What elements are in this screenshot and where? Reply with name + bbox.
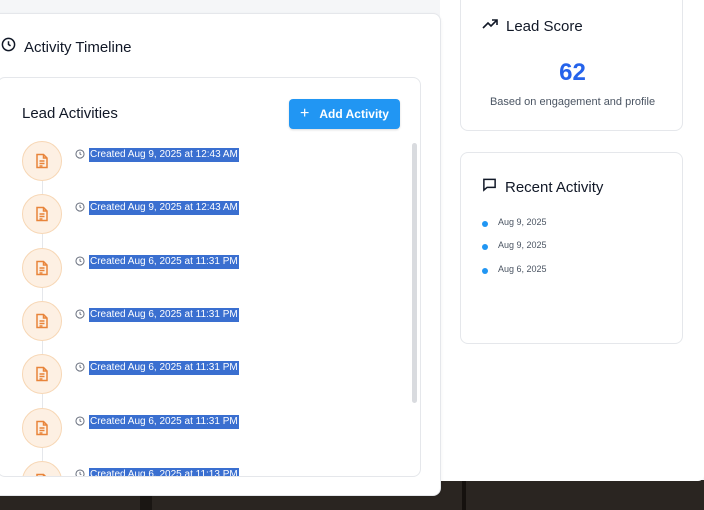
activity-timeline-card: Activity Timeline Lead Activities + Add … [0,13,441,496]
recent-activity-item: Aug 9, 2025 [482,217,547,227]
lead-activities-card: Lead Activities + Add Activity Created A… [0,77,421,477]
activity-item[interactable]: Created Aug 6, 2025 at 11:13 PM [22,461,402,476]
activity-meta: Created Aug 6, 2025 at 11:31 PM [75,255,239,269]
activity-meta: Created Aug 6, 2025 at 11:13 PM [75,466,239,476]
message-square-icon [482,177,497,197]
activity-item[interactable]: Created Aug 6, 2025 at 11:31 PM [22,248,402,301]
activity-timestamp: Created Aug 9, 2025 at 12:43 AM [89,201,239,215]
timeline-connector [42,341,43,354]
plus-icon: + [300,105,310,122]
lead-score-value: 62 [559,59,586,86]
clock-icon [75,306,85,324]
scrollbar[interactable] [412,143,417,403]
document-icon [22,354,62,394]
recent-activity-item: Aug 6, 2025 [482,264,547,274]
clock-icon [75,253,85,271]
activity-timestamp: Created Aug 6, 2025 at 11:31 PM [89,415,239,429]
add-activity-label: Add Activity [319,107,389,121]
timeline-connector [42,234,43,248]
clock-icon [75,466,85,476]
activity-timestamp: Created Aug 6, 2025 at 11:13 PM [89,468,239,476]
document-icon [22,461,62,476]
document-icon [22,141,62,181]
timeline-connector [42,288,43,301]
clock-icon [1,37,16,57]
lead-activities-title: Lead Activities [22,105,118,122]
activity-item[interactable]: Created Aug 6, 2025 at 11:31 PM [22,354,402,408]
recent-activity-date: Aug 9, 2025 [498,240,547,250]
activity-timeline-title: Activity Timeline [24,38,132,56]
recent-activity-header: Recent Activity [482,177,603,197]
recent-activity-date: Aug 6, 2025 [498,264,547,274]
lead-score-title: Lead Score [506,17,583,35]
lead-score-subtitle: Based on engagement and profile [489,96,656,108]
activity-meta: Created Aug 6, 2025 at 11:31 PM [75,415,239,429]
document-icon [22,194,62,234]
activity-meta: Created Aug 6, 2025 at 11:31 PM [75,308,239,322]
recent-activity-item: Aug 9, 2025 [482,240,547,250]
activity-timeline-header: Activity Timeline [1,37,132,57]
timeline-connector [42,181,43,194]
clock-icon [75,199,85,217]
background-divider [462,480,466,510]
add-activity-button[interactable]: + Add Activity [289,99,400,129]
activity-meta: Created Aug 9, 2025 at 12:43 AM [75,148,239,162]
recent-activity-date: Aug 9, 2025 [498,217,547,227]
status-dot [482,268,488,274]
activity-item[interactable]: Created Aug 6, 2025 at 11:31 PM [22,301,402,354]
timeline-connector [42,394,43,408]
timeline-connector [42,448,43,461]
activity-timestamp: Created Aug 6, 2025 at 11:31 PM [89,308,239,322]
status-dot [482,221,488,227]
activity-timestamp: Created Aug 9, 2025 at 12:43 AM [89,148,239,162]
trending-up-icon [482,17,498,35]
clock-icon [75,359,85,377]
activity-timestamp: Created Aug 6, 2025 at 11:31 PM [89,361,239,375]
activity-meta: Created Aug 9, 2025 at 12:43 AM [75,201,239,215]
recent-activity-title: Recent Activity [505,178,604,196]
document-icon [22,301,62,341]
clock-icon [75,413,85,431]
lead-score-card: Lead Score 62 Based on engagement and pr… [460,0,683,131]
recent-activity-card: Recent Activity Aug 9, 2025 Aug 9, 2025 Au… [460,152,683,344]
activity-item[interactable]: Created Aug 6, 2025 at 11:31 PM [22,408,402,461]
activity-timestamp: Created Aug 6, 2025 at 11:31 PM [89,255,239,269]
clock-icon [75,146,85,164]
status-dot [482,244,488,250]
activity-item[interactable]: Created Aug 9, 2025 at 12:43 AM [22,194,402,248]
activity-item[interactable]: Created Aug 9, 2025 at 12:43 AM [22,141,402,194]
document-icon [22,408,62,448]
document-icon [22,248,62,288]
lead-score-header: Lead Score [482,17,583,35]
activity-meta: Created Aug 6, 2025 at 11:31 PM [75,361,239,375]
